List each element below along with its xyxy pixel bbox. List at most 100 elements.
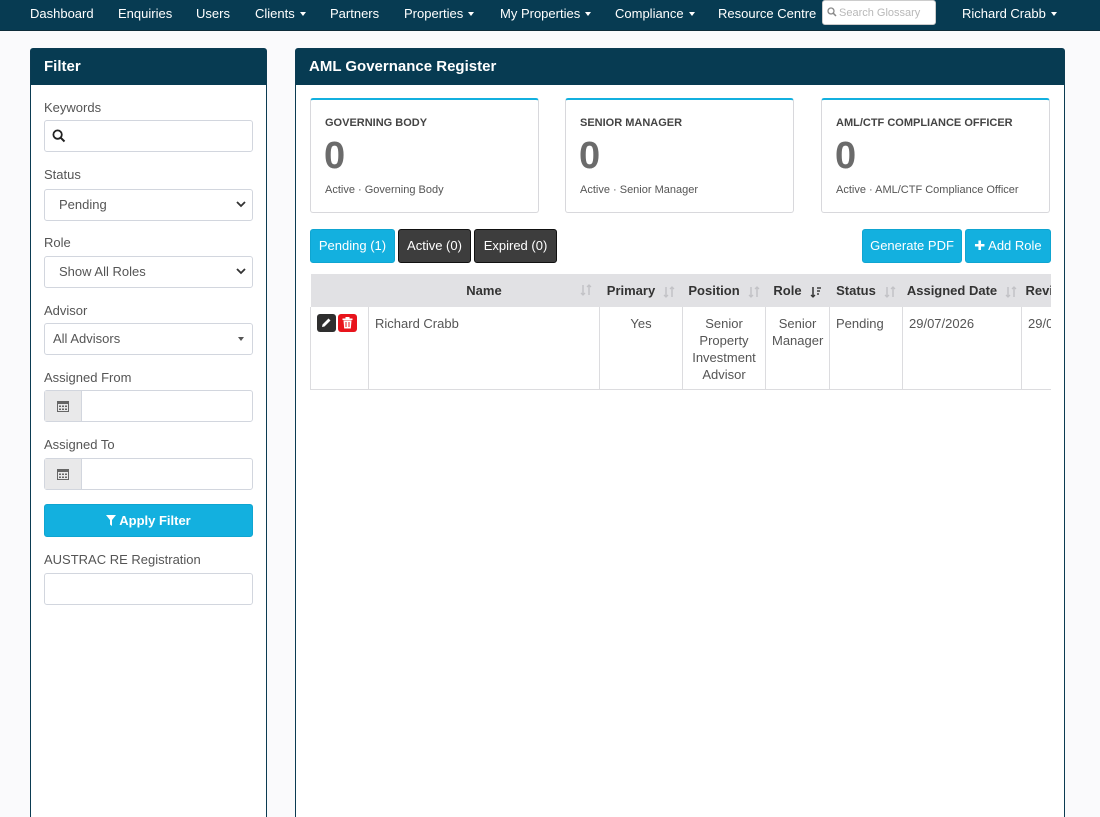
caret-down-icon [688,11,695,16]
role-selected-value: Show All Roles [59,264,146,279]
calendar-icon [57,401,69,412]
calendar-icon [57,469,69,480]
column-header-status[interactable]: Status [829,274,903,307]
governing-body-card: Governing Body 0 Active · Governing Body [310,98,539,213]
nav-item-properties[interactable]: Properties [404,0,475,28]
austrac-field [44,573,253,605]
keywords-field [44,120,253,152]
trash-icon [342,317,353,329]
assigned-to-calendar-button[interactable] [45,459,82,489]
column-header-name[interactable]: Name [368,274,600,307]
apply-filter-button[interactable]: Apply Filter [44,504,253,537]
assigned-from-field [44,390,253,422]
filter-panel: Filter Keywords Status Pending Role Show… [30,48,267,817]
nav-item-partners[interactable]: Partners [330,0,379,28]
edit-button[interactable] [317,314,336,332]
assigned-to-label: Assigned To [44,437,115,452]
filter-panel-title: Filter [31,49,266,85]
nav-item-clients[interactable]: Clients [255,0,306,28]
caret-down-icon [238,337,244,341]
column-header-assigned-date[interactable]: Assigned Date [902,274,1022,307]
status-selected-value: Pending [59,197,107,212]
column-header-position[interactable]: Position [682,274,766,307]
search-icon [827,7,837,17]
actions-header [310,274,369,307]
chevron-down-icon [236,268,246,275]
role-select[interactable]: Show All Roles [44,256,253,288]
sort-icon [884,285,896,298]
delete-button[interactable] [338,314,357,332]
register-table: Name Primary Position Role Status Assign… [310,274,1051,390]
filter-icon [106,515,117,527]
role-label: Role [44,235,71,250]
status-select[interactable]: Pending [44,189,253,221]
page-title: AML Governance Register [296,49,1064,85]
glossary-search-input[interactable] [839,4,933,22]
advisor-selected-value: All Advisors [53,331,121,346]
column-header-review[interactable]: Review [1021,274,1051,307]
register-table-container[interactable]: Name Primary Position Role Status Assign… [310,274,1051,390]
sort-icon [748,285,760,298]
user-menu[interactable]: Richard Crabb [962,0,1057,28]
card-value: 0 [324,135,346,177]
cell-position: Senior Property Investment Advisor [682,307,766,390]
plus-icon: ✚ [974,238,986,253]
austrac-input[interactable] [53,578,243,600]
status-label: Status [44,167,81,182]
cell-primary: Yes [599,307,683,390]
senior-manager-card: Senior Manager 0 Active · Senior Manager [565,98,794,213]
cell-role: Senior Manager [765,307,830,390]
tab-expired[interactable]: Expired (0) [474,229,557,263]
card-subtitle: Active · Senior Manager [580,184,698,196]
cell-status: Pending [829,307,903,390]
pencil-icon [322,318,331,327]
assigned-from-input[interactable] [87,395,247,417]
card-title: AML/CTF Compliance Officer [836,117,1013,129]
card-value: 0 [835,135,857,177]
cell-review: 29/07/2027 [1021,307,1051,390]
nav-item-users[interactable]: Users [196,0,230,28]
card-subtitle: Active · Governing Body [325,184,444,196]
compliance-officer-card: AML/CTF Compliance Officer 0 Active · AM… [821,98,1050,213]
sort-descending-icon [810,286,821,298]
sort-icon [1005,285,1017,298]
card-subtitle: Active · AML/CTF Compliance Officer [836,184,1019,196]
table-row: Richard Crabb Yes Senior Property Invest… [310,307,1051,390]
column-header-primary[interactable]: Primary [599,274,683,307]
sort-icon [580,284,591,296]
glossary-search [822,0,936,25]
assigned-from-calendar-button[interactable] [45,391,82,421]
advisor-select[interactable]: All Advisors [44,323,253,355]
nav-item-resource-centre[interactable]: Resource Centre [718,0,816,28]
austrac-label: AUSTRAC RE Registration [44,552,201,567]
nav-item-my-properties[interactable]: My Properties [500,0,592,28]
caret-down-icon [468,11,475,16]
nav-item-dashboard[interactable]: Dashboard [30,0,94,28]
table-header-row: Name Primary Position Role Status Assign… [310,274,1051,307]
card-title: Senior Manager [580,117,683,129]
chevron-down-icon [236,201,246,208]
assigned-to-input[interactable] [87,463,247,485]
caret-down-icon [585,11,592,16]
tab-active[interactable]: Active (0) [398,229,471,263]
column-header-role[interactable]: Role [765,274,830,307]
cell-assigned-date: 29/07/2026 [902,307,1022,390]
governance-register-panel: AML Governance Register Governing Body 0… [295,48,1065,817]
add-role-button[interactable]: ✚ Add Role [965,229,1051,263]
caret-down-icon [1050,11,1057,16]
keywords-label: Keywords [44,100,102,115]
assigned-from-label: Assigned From [44,370,132,385]
generate-pdf-button[interactable]: Generate PDF [862,229,962,263]
nav-item-enquiries[interactable]: Enquiries [118,0,172,28]
cell-name: Richard Crabb [368,307,600,390]
card-value: 0 [579,135,601,177]
tab-pending[interactable]: Pending (1) [310,229,395,263]
assigned-to-field [44,458,253,490]
top-navbar: Dashboard Enquiries Users Clients Partne… [0,0,1100,31]
nav-item-compliance[interactable]: Compliance [615,0,695,28]
card-title: Governing Body [325,117,428,129]
keywords-input[interactable] [71,125,246,147]
sort-icon [663,285,675,298]
advisor-label: Advisor [44,303,88,318]
row-actions [310,307,369,390]
